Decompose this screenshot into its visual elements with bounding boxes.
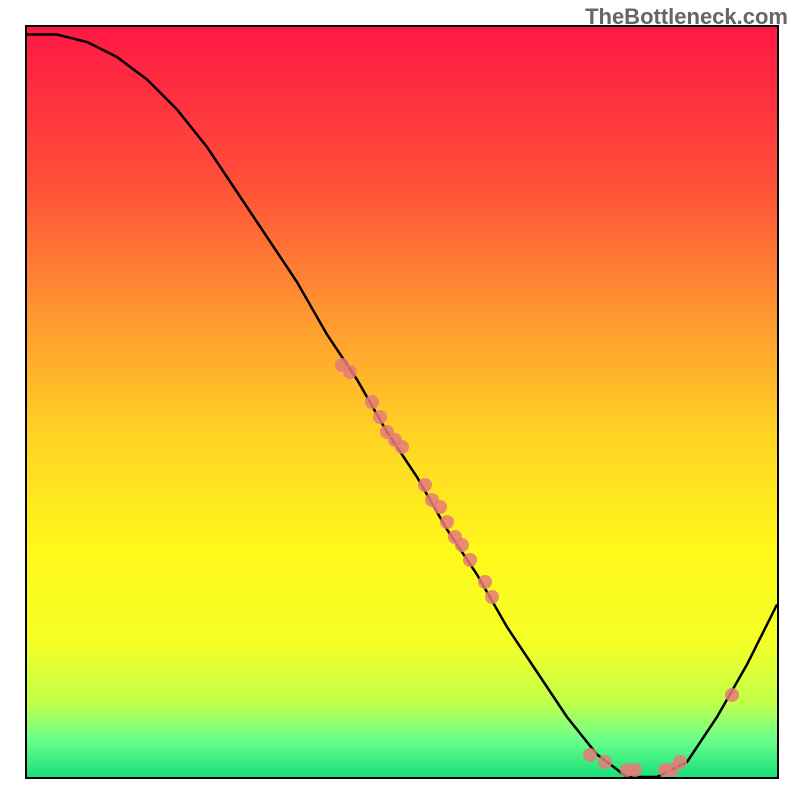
data-point bbox=[343, 365, 357, 379]
data-point bbox=[418, 478, 432, 492]
data-point bbox=[583, 748, 597, 762]
data-point bbox=[485, 590, 499, 604]
data-point bbox=[365, 395, 379, 409]
chart-container: TheBottleneck.com bbox=[0, 0, 800, 800]
bottleneck-curve bbox=[27, 27, 777, 777]
data-point bbox=[478, 575, 492, 589]
data-point bbox=[463, 553, 477, 567]
data-point bbox=[373, 410, 387, 424]
data-point bbox=[455, 538, 469, 552]
data-point bbox=[440, 515, 454, 529]
data-point bbox=[395, 440, 409, 454]
data-point bbox=[433, 500, 447, 514]
plot-area bbox=[25, 25, 779, 779]
data-point bbox=[673, 755, 687, 769]
watermark-text: TheBottleneck.com bbox=[585, 4, 788, 30]
data-point bbox=[628, 763, 642, 777]
data-point bbox=[598, 755, 612, 769]
data-point bbox=[725, 688, 739, 702]
